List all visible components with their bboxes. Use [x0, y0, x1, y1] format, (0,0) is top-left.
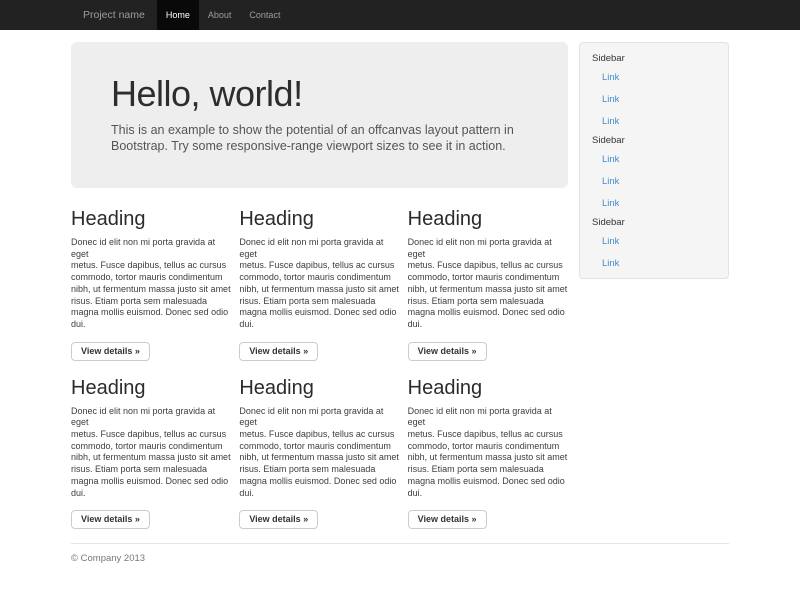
- sidebar-link[interactable]: Link: [592, 111, 716, 133]
- card-body-text: Donec id elit non mi porta gravida at eg…: [408, 406, 568, 500]
- card-4: Heading Donec id elit non mi porta gravi…: [71, 377, 231, 530]
- sidebar-link[interactable]: Link: [592, 171, 716, 193]
- view-details-button[interactable]: View details »: [408, 342, 487, 361]
- nav-item-contact[interactable]: Contact: [240, 0, 289, 30]
- sidebar-heading-3: Sidebar: [592, 215, 716, 231]
- jumbotron-lead: This is an example to show the potential…: [111, 122, 528, 154]
- navbar-container: Project name Home About Contact: [71, 0, 729, 30]
- footer-divider: [71, 543, 729, 544]
- content-row: Hello, world! This is an example to show…: [71, 42, 729, 529]
- copyright-text: © Company 2013: [71, 553, 729, 564]
- card-heading: Heading: [71, 208, 231, 230]
- page-container: Hello, world! This is an example to show…: [71, 42, 729, 564]
- sidebar-heading-1: Sidebar: [592, 51, 716, 67]
- card-heading: Heading: [408, 377, 568, 399]
- sidebar: Sidebar Link Link Link Sidebar Link Link…: [579, 42, 729, 279]
- brand-link[interactable]: Project name: [71, 0, 157, 30]
- navbar: Project name Home About Contact: [0, 0, 800, 30]
- card-body-text: Donec id elit non mi porta gravida at eg…: [239, 406, 399, 500]
- jumbotron: Hello, world! This is an example to show…: [71, 42, 568, 188]
- card-body-text: Donec id elit non mi porta gravida at eg…: [71, 237, 231, 331]
- nav-item-about[interactable]: About: [199, 0, 241, 30]
- sidebar-link[interactable]: Link: [592, 193, 716, 215]
- card-body-text: Donec id elit non mi porta gravida at eg…: [408, 237, 568, 331]
- nav-menu: Home About Contact: [157, 0, 290, 30]
- card-2: Heading Donec id elit non mi porta gravi…: [239, 208, 399, 361]
- card-3: Heading Donec id elit non mi porta gravi…: [408, 208, 568, 361]
- page-title: Hello, world!: [111, 74, 528, 114]
- card-body-text: Donec id elit non mi porta gravida at eg…: [239, 237, 399, 331]
- sidebar-link[interactable]: Link: [592, 253, 716, 275]
- view-details-button[interactable]: View details »: [239, 510, 318, 529]
- sidebar-link[interactable]: Link: [592, 231, 716, 253]
- card-heading: Heading: [239, 377, 399, 399]
- footer: © Company 2013: [71, 543, 729, 564]
- card-heading: Heading: [239, 208, 399, 230]
- view-details-button[interactable]: View details »: [71, 342, 150, 361]
- view-details-button[interactable]: View details »: [239, 342, 318, 361]
- card-5: Heading Donec id elit non mi porta gravi…: [239, 377, 399, 530]
- card-grid: Heading Donec id elit non mi porta gravi…: [71, 208, 568, 529]
- sidebar-link[interactable]: Link: [592, 89, 716, 111]
- card-heading: Heading: [71, 377, 231, 399]
- nav-item-home[interactable]: Home: [157, 0, 199, 30]
- view-details-button[interactable]: View details »: [71, 510, 150, 529]
- card-heading: Heading: [408, 208, 568, 230]
- sidebar-link[interactable]: Link: [592, 149, 716, 171]
- main-content: Hello, world! This is an example to show…: [71, 42, 568, 529]
- view-details-button[interactable]: View details »: [408, 510, 487, 529]
- card-6: Heading Donec id elit non mi porta gravi…: [408, 377, 568, 530]
- sidebar-link[interactable]: Link: [592, 67, 716, 89]
- card-body-text: Donec id elit non mi porta gravida at eg…: [71, 406, 231, 500]
- card-1: Heading Donec id elit non mi porta gravi…: [71, 208, 231, 361]
- sidebar-heading-2: Sidebar: [592, 133, 716, 149]
